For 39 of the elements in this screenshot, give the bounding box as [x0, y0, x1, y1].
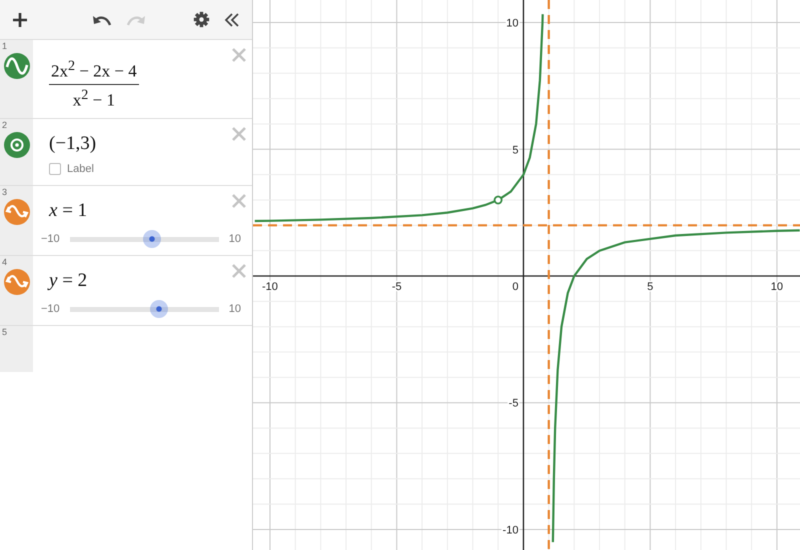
row-number: 2: [2, 120, 8, 130]
row-number: 5: [2, 327, 8, 337]
equation-expression[interactable]: y = 2: [49, 270, 88, 292]
close-icon[interactable]: [232, 194, 246, 208]
wave-icon[interactable]: [4, 53, 30, 79]
y-tick-label: -5: [508, 398, 518, 410]
checkbox-label: Label: [67, 163, 94, 175]
slider-min: −10: [41, 233, 60, 245]
equation-expression[interactable]: x = 1: [49, 200, 88, 222]
slider-min: −10: [41, 303, 60, 315]
collapse-icon[interactable]: [224, 12, 240, 28]
settings-icon[interactable]: [193, 11, 210, 28]
point-icon[interactable]: [4, 132, 30, 158]
slider-thumb[interactable]: [150, 300, 168, 318]
origin-label: 0: [512, 281, 518, 294]
x-tick-label: 10: [770, 281, 784, 294]
y-tick-label: 5: [512, 144, 518, 156]
open-point: [494, 196, 502, 204]
row-number: 4: [2, 257, 8, 267]
y-tick-label: -10: [502, 524, 518, 536]
row-number: 1: [2, 41, 8, 51]
x-tick-label: -5: [392, 281, 402, 294]
slider-thumb[interactable]: [142, 230, 161, 248]
slider-wave-icon[interactable]: [4, 269, 30, 295]
y-tick-label: 10: [506, 18, 518, 30]
row-number: 3: [2, 187, 8, 197]
point-expression[interactable]: (−1,3): [49, 133, 96, 155]
fraction-expression[interactable]: 2x$^{2}$ − 2x − 4 x$^{2}$ − 1: [49, 58, 139, 110]
x-tick-label: -10: [262, 281, 278, 294]
slider-max: 10: [228, 303, 241, 315]
close-icon[interactable]: [232, 48, 246, 62]
x-tick-label: 5: [647, 281, 654, 294]
close-icon[interactable]: [232, 264, 246, 278]
slider-max: 10: [228, 233, 241, 245]
label-checkbox[interactable]: [49, 163, 61, 175]
undo-icon[interactable]: [92, 14, 112, 26]
add-icon[interactable]: [12, 12, 28, 28]
slider-wave-icon[interactable]: [4, 199, 30, 225]
close-icon[interactable]: [232, 127, 246, 141]
